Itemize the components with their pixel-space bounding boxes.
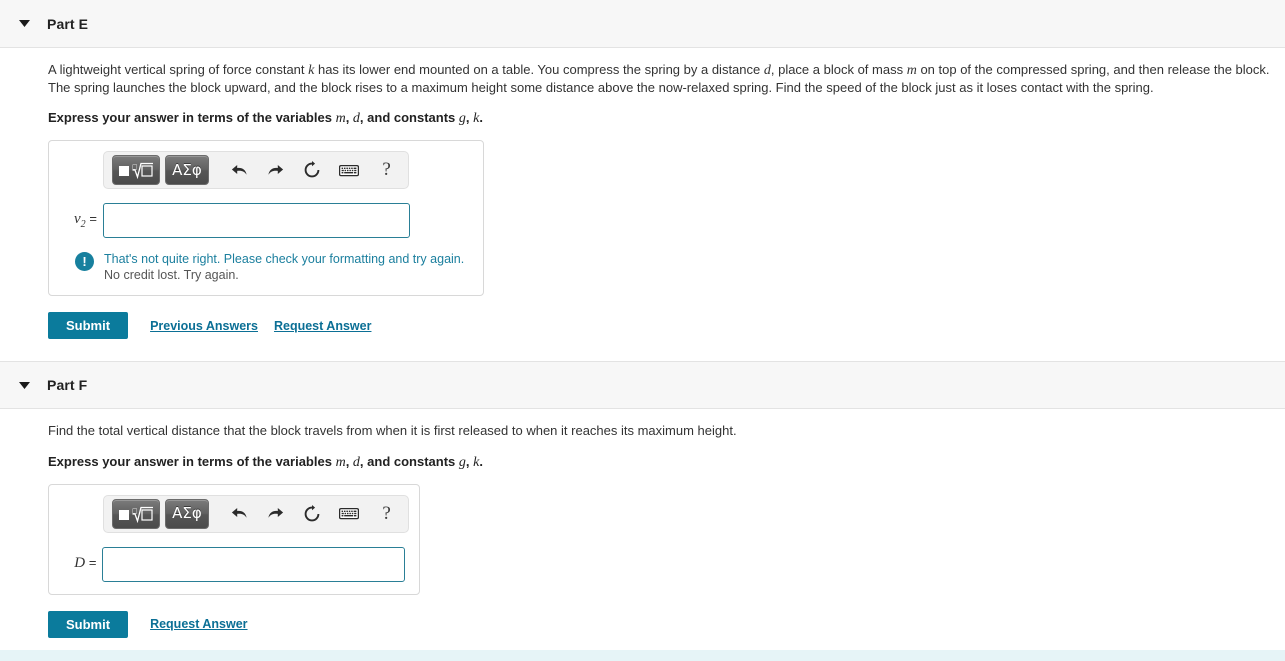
part-body-f: Find the total vertical distance that th… — [0, 409, 1285, 638]
feedback-message-e: ! That's not quite right. Please check y… — [75, 251, 469, 283]
problem-statement-f: Find the total vertical distance that th… — [48, 423, 737, 438]
request-answer-link-e[interactable]: Request Answer — [274, 319, 371, 333]
part-header-f[interactable]: Part F — [0, 361, 1285, 409]
answer-variable-label-e: v2 = — [73, 211, 97, 230]
math-help-button[interactable]: ? — [373, 499, 400, 529]
keyboard-icon[interactable] — [333, 155, 366, 185]
greek-button-label: ΑΣφ — [172, 160, 202, 179]
answer-input-row-f: D = — [59, 546, 405, 582]
math-template-button[interactable]: □ — [112, 498, 160, 529]
assignment-page: Part E A lightweight vertical spring of … — [0, 0, 1285, 661]
part-title-f: Part F — [47, 377, 88, 393]
math-template-button[interactable]: □ — [112, 155, 160, 185]
actions-f: Submit Request Answer — [48, 610, 1277, 638]
problem-statement-e: A lightweight vertical spring of force c… — [48, 62, 1270, 95]
answer-variable-label-f: D = — [74, 554, 97, 571]
part-body-e: A lightweight vertical spring of force c… — [0, 48, 1285, 361]
greek-symbols-button[interactable]: ΑΣφ — [164, 155, 210, 185]
part-header-e[interactable]: Part E — [0, 0, 1285, 48]
reset-circular-arrow-icon[interactable] — [296, 155, 329, 185]
redo-arrow-icon[interactable] — [260, 499, 293, 529]
feedback-secondary-text: No credit lost. Try again. — [104, 268, 239, 282]
undo-arrow-icon[interactable] — [223, 155, 256, 185]
redo-arrow-icon[interactable] — [260, 155, 293, 185]
reset-circular-arrow-icon[interactable] — [296, 499, 329, 529]
previous-answers-link-e[interactable]: Previous Answers — [150, 319, 258, 333]
feedback-primary-text: That's not quite right. Please check you… — [104, 252, 465, 266]
request-answer-link-f[interactable]: Request Answer — [150, 617, 247, 631]
answer-input-row-e: v2 = — [59, 203, 469, 238]
exclamation-circle-icon: ! — [75, 252, 94, 271]
submit-button-f[interactable]: Submit — [48, 610, 129, 638]
undo-arrow-icon[interactable] — [223, 499, 256, 529]
answer-instructions-f: Express your answer in terms of the vari… — [48, 453, 483, 470]
caret-down-icon[interactable] — [14, 375, 34, 395]
answer-panel-e: □ ΑΣφ ? v2 = ! That's not quite right. P… — [48, 140, 484, 296]
greek-symbols-button[interactable]: ΑΣφ — [164, 498, 210, 529]
greek-button-label: ΑΣφ — [172, 504, 202, 522]
math-toolbar-e: □ ΑΣφ ? — [103, 151, 409, 189]
submit-button-e[interactable]: Submit — [48, 312, 129, 339]
math-help-button[interactable]: ? — [373, 155, 400, 185]
feedback-text: That's not quite right. Please check you… — [104, 251, 464, 283]
answer-instructions-e: Express your answer in terms of the vari… — [48, 110, 483, 126]
part-title-e: Part E — [47, 15, 89, 32]
actions-e: Submit Previous Answers Request Answer — [48, 312, 1277, 339]
math-toolbar-f: □ ΑΣφ ? — [103, 494, 409, 533]
caret-down-icon[interactable] — [14, 14, 34, 34]
answer-input-f[interactable] — [102, 546, 405, 582]
answer-input-e[interactable] — [103, 203, 410, 238]
answer-panel-f: □ ΑΣφ ? D = — [48, 483, 420, 595]
bottom-accent-strip — [0, 650, 1285, 661]
keyboard-icon[interactable] — [333, 499, 366, 529]
